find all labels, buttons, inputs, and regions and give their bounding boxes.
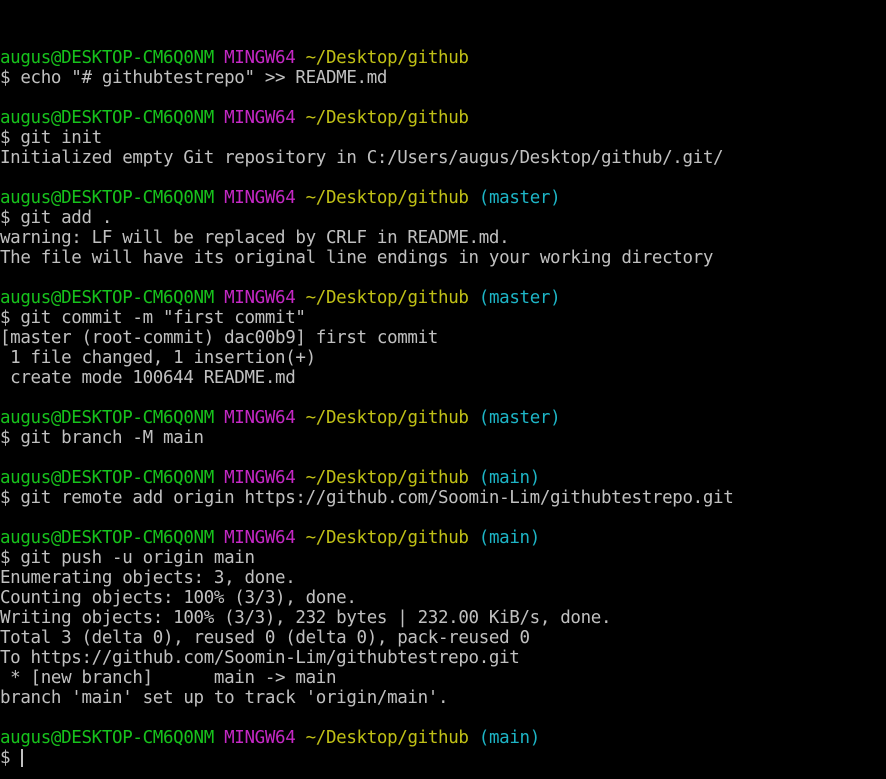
prompt-symbol: $ [0, 548, 11, 568]
prompt-header: augus@DESKTOP-CM6Q0NM MINGW64 ~/Desktop/… [0, 728, 886, 748]
output-line: To https://github.com/Soomin-Lim/githubt… [0, 648, 520, 668]
output-line: Counting objects: 100% (3/3), done. [0, 588, 357, 608]
command-text: echo "# githubtestrepo" >> README.md [20, 68, 388, 88]
prompt-header: augus@DESKTOP-CM6Q0NM MINGW64 ~/Desktop/… [0, 528, 886, 548]
prompt-path: ~/Desktop/github [305, 48, 469, 68]
prompt-user: augus@DESKTOP-CM6Q0NM [0, 108, 214, 128]
prompt-path: ~/Desktop/github [305, 528, 469, 548]
command-text: git push -u origin main [20, 548, 255, 568]
text-cursor [21, 749, 24, 767]
prompt-user: augus@DESKTOP-CM6Q0NM [0, 528, 214, 548]
prompt-user: augus@DESKTOP-CM6Q0NM [0, 408, 214, 428]
output-line: branch 'main' set up to track 'origin/ma… [0, 688, 449, 708]
output-line: The file will have its original line end… [0, 248, 714, 268]
output-line: * [new branch] main -> main [0, 668, 337, 688]
prompt-path: ~/Desktop/github [305, 728, 469, 748]
output-line: Writing objects: 100% (3/3), 232 bytes |… [0, 608, 612, 628]
prompt-path: ~/Desktop/github [305, 408, 469, 428]
prompt-user: augus@DESKTOP-CM6Q0NM [0, 188, 214, 208]
output-line: 1 file changed, 1 insertion(+) [0, 348, 316, 368]
prompt-user: augus@DESKTOP-CM6Q0NM [0, 48, 214, 68]
prompt-user: augus@DESKTOP-CM6Q0NM [0, 728, 214, 748]
prompt-header: augus@DESKTOP-CM6Q0NM MINGW64 ~/Desktop/… [0, 408, 886, 428]
output-line: Total 3 (delta 0), reused 0 (delta 0), p… [0, 628, 530, 648]
terminal-window[interactable]: augus@DESKTOP-CM6Q0NM MINGW64 ~/Desktop/… [0, 8, 886, 779]
prompt-header: augus@DESKTOP-CM6Q0NM MINGW64 ~/Desktop/… [0, 288, 886, 308]
prompt-system: MINGW64 [224, 48, 296, 68]
prompt-header: augus@DESKTOP-CM6Q0NM MINGW64 ~/Desktop/… [0, 188, 886, 208]
prompt-system: MINGW64 [224, 288, 296, 308]
command-input-line[interactable]: $ [0, 748, 886, 768]
prompt-path: ~/Desktop/github [305, 468, 469, 488]
output-line: Initialized empty Git repository in C:/U… [0, 148, 724, 168]
prompt-system: MINGW64 [224, 468, 296, 488]
prompt-branch: (main) [478, 728, 540, 748]
prompt-header: augus@DESKTOP-CM6Q0NM MINGW64 ~/Desktop/… [0, 108, 886, 128]
output-line: [master (root-commit) dac00b9] first com… [0, 328, 438, 348]
command-line: $ echo "# githubtestrepo" >> README.md [0, 68, 886, 88]
prompt-symbol: $ [0, 128, 11, 148]
command-text: git branch -M main [20, 428, 204, 448]
command-text: git remote add origin https://github.com… [20, 488, 734, 508]
prompt-branch: (master) [478, 408, 561, 428]
prompt-system: MINGW64 [224, 408, 296, 428]
prompt-system: MINGW64 [224, 108, 296, 128]
prompt-symbol: $ [0, 748, 11, 768]
prompt-user: augus@DESKTOP-CM6Q0NM [0, 288, 214, 308]
command-text: git commit -m "first commit" [20, 308, 306, 328]
command-line: $ git init [0, 128, 886, 148]
command-line: $ git add . [0, 208, 886, 228]
prompt-symbol: $ [0, 488, 11, 508]
prompt-path: ~/Desktop/github [305, 288, 469, 308]
output-line: Enumerating objects: 3, done. [0, 568, 296, 588]
prompt-symbol: $ [0, 428, 11, 448]
command-text: git add . [20, 208, 113, 228]
terminal-output: augus@DESKTOP-CM6Q0NM MINGW64 ~/Desktop/… [0, 48, 886, 768]
prompt-branch: (master) [478, 288, 561, 308]
prompt-header: augus@DESKTOP-CM6Q0NM MINGW64 ~/Desktop/… [0, 48, 886, 68]
command-line: $ git commit -m "first commit" [0, 308, 886, 328]
prompt-symbol: $ [0, 308, 11, 328]
prompt-symbol: $ [0, 68, 11, 88]
prompt-branch: (main) [478, 468, 540, 488]
prompt-branch: (master) [478, 188, 561, 208]
command-line: $ git remote add origin https://github.c… [0, 488, 886, 508]
command-line: $ git push -u origin main [0, 548, 886, 568]
prompt-symbol: $ [0, 208, 11, 228]
prompt-branch: (main) [478, 528, 540, 548]
prompt-path: ~/Desktop/github [305, 188, 469, 208]
output-line: warning: LF will be replaced by CRLF in … [0, 228, 510, 248]
prompt-system: MINGW64 [224, 528, 296, 548]
output-line: create mode 100644 README.md [0, 368, 296, 388]
prompt-system: MINGW64 [224, 188, 296, 208]
prompt-user: augus@DESKTOP-CM6Q0NM [0, 468, 214, 488]
prompt-path: ~/Desktop/github [305, 108, 469, 128]
prompt-system: MINGW64 [224, 728, 296, 748]
prompt-header: augus@DESKTOP-CM6Q0NM MINGW64 ~/Desktop/… [0, 468, 886, 488]
command-line: $ git branch -M main [0, 428, 886, 448]
command-text: git init [20, 128, 102, 148]
